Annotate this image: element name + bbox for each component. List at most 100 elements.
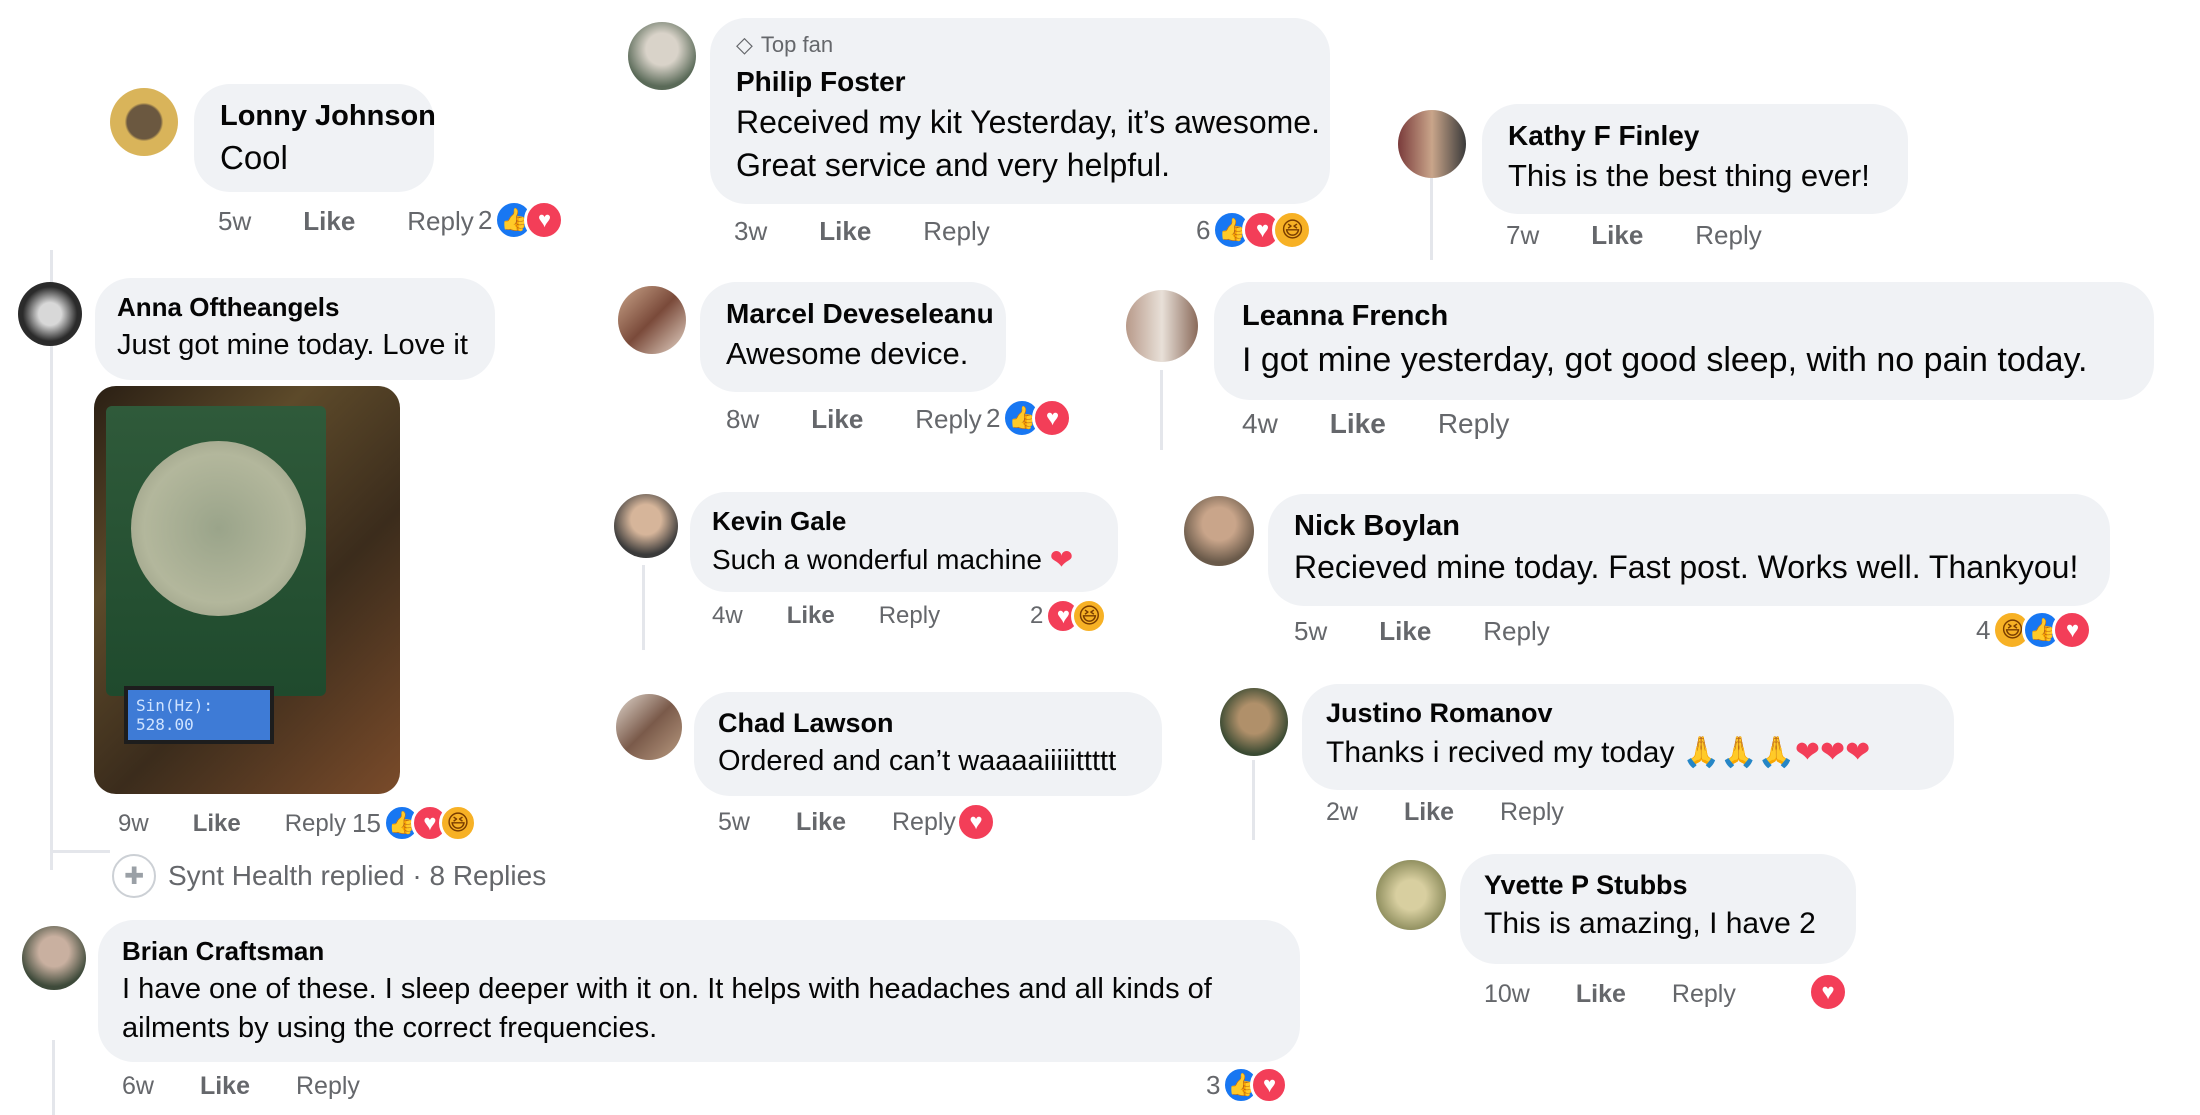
like-button[interactable]: Like (1330, 408, 1386, 439)
reply-button[interactable]: Reply (1500, 798, 1564, 826)
like-button[interactable]: Like (200, 1072, 250, 1100)
reply-button[interactable]: Reply (296, 1072, 360, 1100)
like-button[interactable]: Like (193, 810, 241, 837)
like-button[interactable]: Like (1576, 980, 1626, 1008)
avatar[interactable] (18, 282, 82, 346)
commenter-name[interactable]: Yvette P Stubbs (1484, 870, 1832, 901)
comment-actions: 6w Like Reply (122, 1072, 412, 1101)
reaction-count: 2 (986, 402, 1001, 433)
like-button[interactable]: Like (787, 602, 835, 629)
praying-hands-emoji-icon: 🙏🙏🙏 (1682, 736, 1795, 769)
comment-actions: 5w Like Reply (1294, 616, 1602, 647)
timestamp[interactable]: 8w (726, 404, 759, 434)
reply-button[interactable]: Reply (892, 808, 956, 836)
avatar[interactable] (616, 694, 682, 760)
avatar[interactable] (1126, 290, 1198, 362)
timestamp[interactable]: 2w (1326, 798, 1358, 826)
comment-text: Such a wonderful machine ❤ (712, 543, 1096, 576)
reply-button[interactable]: Reply (915, 404, 981, 434)
reaction-summary[interactable]: 6 👍 ♥ 😆 (1196, 210, 1313, 250)
display-line: Sin(Hz): (136, 696, 214, 715)
timestamp[interactable]: 9w (118, 810, 149, 837)
like-button[interactable]: Like (811, 404, 863, 434)
avatar[interactable] (1184, 496, 1254, 566)
avatar[interactable] (1220, 688, 1288, 756)
commenter-name[interactable]: Nick Boylan (1294, 510, 2084, 543)
reaction-summary[interactable]: ♥ (1808, 972, 1848, 1012)
reply-button[interactable]: Reply (923, 216, 989, 246)
avatar[interactable] (22, 926, 86, 990)
commenter-name[interactable]: Anna Oftheangels (117, 292, 473, 323)
reaction-count: 3 (1206, 1069, 1221, 1100)
commenter-name[interactable]: Justino Romanov (1326, 698, 1930, 729)
reply-button[interactable]: Reply (879, 602, 940, 629)
avatar[interactable] (1398, 110, 1466, 178)
avatar[interactable] (614, 494, 678, 558)
comment-photo[interactable]: Sin(Hz): 528.00 (94, 386, 400, 794)
love-reaction-icon: ♥ (524, 200, 565, 240)
timestamp[interactable]: 4w (1242, 408, 1278, 439)
reaction-summary[interactable]: 2 👍 ♥ (478, 200, 565, 240)
commenter-name[interactable]: Kevin Gale (712, 506, 1096, 537)
view-replies-link[interactable]: ✚ Synt Health replied · 8 Replies (112, 854, 546, 898)
like-button[interactable]: Like (796, 808, 846, 836)
like-button[interactable]: Like (1379, 616, 1431, 646)
timestamp[interactable]: 5w (218, 206, 251, 236)
top-fan-badge: ◇ Top fan (736, 32, 1304, 58)
commenter-name[interactable]: Chad Lawson (718, 708, 1138, 739)
reaction-summary[interactable]: 2 👍 ♥ (986, 398, 1073, 438)
reaction-count: 4 (1976, 614, 1991, 645)
comment-text-content: Thanks i recived my today (1326, 736, 1675, 769)
like-button[interactable]: Like (1591, 220, 1643, 250)
avatar[interactable] (110, 88, 178, 156)
comment-bubble: Kevin Gale Such a wonderful machine ❤ (690, 492, 1118, 592)
commenter-name[interactable]: Philip Foster (736, 66, 1304, 98)
haha-reaction-icon: 😆 (438, 804, 477, 842)
like-button[interactable]: Like (303, 206, 355, 236)
timestamp[interactable]: 3w (734, 216, 767, 246)
comment-text: Thanks i recived my today 🙏🙏🙏❤❤❤ (1326, 735, 1930, 770)
timestamp[interactable]: 6w (122, 1072, 154, 1100)
comment-bubble: Lonny Johnson Cool (194, 84, 436, 192)
timestamp[interactable]: 10w (1484, 980, 1530, 1008)
commenter-name[interactable]: Kathy F Finley (1508, 120, 1882, 152)
commenter-name[interactable]: Brian Craftsman (122, 936, 1276, 967)
comment-bubble: Marcel Deveseleanu Awesome device. (700, 282, 1006, 392)
comment-actions: 3w Like Reply (734, 216, 1042, 247)
comment-text: Awesome device. (726, 336, 969, 371)
comment-text: ailments by using the correct frequencie… (122, 1012, 658, 1044)
reply-button[interactable]: Reply (1483, 616, 1549, 646)
reaction-summary[interactable]: 3 👍 ♥ (1206, 1066, 1289, 1104)
device-display: Sin(Hz): 528.00 (124, 686, 274, 744)
comment-text: Cool (220, 139, 288, 176)
comment-actions: 4w Like Reply (1242, 408, 1561, 440)
reaction-summary[interactable]: 2 ♥ 😆 (1030, 598, 1108, 634)
commenter-name[interactable]: Leanna French (1242, 300, 2126, 333)
timestamp[interactable]: 5w (718, 808, 750, 836)
reaction-count: 6 (1196, 214, 1211, 245)
commenter-name[interactable]: Lonny Johnson (220, 100, 436, 133)
avatar[interactable] (1376, 860, 1446, 930)
timestamp[interactable]: 5w (1294, 616, 1327, 646)
love-reaction-icon: ♥ (956, 802, 996, 842)
avatar[interactable] (628, 22, 696, 90)
comment-text: Recieved mine today. Fast post. Works we… (1294, 549, 2079, 585)
comment-text: I have one of these. I sleep deeper with… (122, 973, 1212, 1005)
reply-button[interactable]: Reply (285, 810, 346, 837)
timestamp[interactable]: 7w (1506, 220, 1539, 250)
timestamp[interactable]: 4w (712, 602, 743, 629)
reply-button[interactable]: Reply (1672, 980, 1736, 1008)
avatar[interactable] (618, 286, 686, 354)
diamond-icon: ◇ (736, 32, 753, 57)
reply-button[interactable]: Reply (1695, 220, 1761, 250)
commenter-name[interactable]: Marcel Deveseleanu (726, 298, 994, 330)
reaction-summary[interactable]: ♥ (956, 802, 996, 842)
reaction-summary[interactable]: 15 👍 ♥ 😆 (352, 804, 477, 842)
reply-button[interactable]: Reply (407, 206, 473, 236)
reaction-summary[interactable]: 4 😆 👍 ♥ (1976, 610, 2093, 650)
reply-button[interactable]: Reply (1438, 408, 1510, 439)
like-button[interactable]: Like (1404, 798, 1454, 826)
comment-text-content: Such a wonderful machine (712, 544, 1042, 575)
comment-bubble: Brian Craftsman I have one of these. I s… (98, 920, 1300, 1062)
like-button[interactable]: Like (819, 216, 871, 246)
